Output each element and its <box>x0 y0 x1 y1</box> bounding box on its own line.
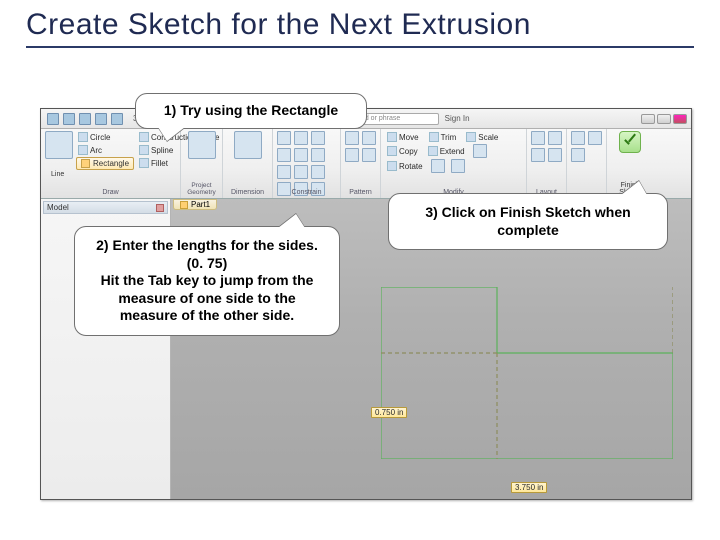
pattern-icon[interactable] <box>362 131 376 145</box>
dimension-value-1[interactable]: 0.750 in <box>371 407 407 418</box>
insert-icon[interactable] <box>571 131 585 145</box>
layout-icon[interactable] <box>548 131 562 145</box>
project-geometry-tool[interactable] <box>188 131 216 159</box>
constraint-icon[interactable] <box>277 165 291 179</box>
insert-icon[interactable] <box>588 131 602 145</box>
constraint-icon[interactable] <box>294 148 308 162</box>
modify-icon[interactable] <box>451 159 465 173</box>
move-tool[interactable]: Move <box>385 131 421 143</box>
model-browser-header[interactable]: Model <box>43 201 168 214</box>
close-button[interactable] <box>673 114 687 124</box>
constraint-icon[interactable] <box>294 165 308 179</box>
circle-tool[interactable]: Circle <box>76 131 134 143</box>
signin-link[interactable]: Sign In <box>445 114 470 123</box>
trim-tool[interactable]: Trim <box>427 131 459 143</box>
sketch-geometry: 0.750 in 3.750 in <box>381 287 673 459</box>
project-geometry-label: Project Geometry <box>185 183 218 196</box>
ribbon: Circle Arc Rectangle Construction Curve … <box>41 129 691 199</box>
constraint-icon[interactable] <box>277 131 291 145</box>
callout-2: 2) Enter the lengths for the sides. (0. … <box>74 226 340 336</box>
group-label-constrain: Constrain <box>277 189 336 196</box>
qat-icon[interactable] <box>111 113 123 125</box>
modify-icon[interactable] <box>473 144 487 158</box>
pattern-icon[interactable] <box>362 148 376 162</box>
scale-tool[interactable]: Scale <box>464 131 500 143</box>
constraint-icon[interactable] <box>311 148 325 162</box>
page-title: Create Sketch for the Next Extrusion <box>26 8 694 42</box>
arc-tool[interactable]: Arc <box>76 144 134 156</box>
rotate-tool[interactable]: Rotate <box>385 159 425 173</box>
modify-icon[interactable] <box>431 159 445 173</box>
dimension-tool[interactable] <box>234 131 262 159</box>
constraint-icon[interactable] <box>311 131 325 145</box>
rectangle-tool[interactable]: Rectangle <box>76 157 134 170</box>
qat-icon[interactable] <box>79 113 91 125</box>
close-panel-icon[interactable] <box>156 204 164 212</box>
insert-icon[interactable] <box>571 148 585 162</box>
callout-3: 3) Click on Finish Sketch when complete <box>388 193 668 250</box>
copy-tool[interactable]: Copy <box>385 144 420 158</box>
maximize-button[interactable] <box>657 114 671 124</box>
layout-icon[interactable] <box>548 148 562 162</box>
group-label-pattern: Pattern <box>345 189 376 196</box>
app-icon <box>47 113 59 125</box>
callout-1: 1) Try using the Rectangle <box>135 93 367 129</box>
group-label-draw: Draw <box>45 189 176 196</box>
qat-icon[interactable] <box>63 113 75 125</box>
layout-icon[interactable] <box>531 131 545 145</box>
line-tool[interactable] <box>45 131 73 159</box>
dimension-label: Dimension <box>231 189 264 196</box>
finish-sketch-button[interactable] <box>619 131 641 153</box>
minimize-button[interactable] <box>641 114 655 124</box>
qat-icon[interactable] <box>95 113 107 125</box>
constraint-icon[interactable] <box>277 148 291 162</box>
extend-tool[interactable]: Extend <box>426 144 467 158</box>
pattern-icon[interactable] <box>345 131 359 145</box>
constraint-icon[interactable] <box>294 131 308 145</box>
pattern-icon[interactable] <box>345 148 359 162</box>
layout-icon[interactable] <box>531 148 545 162</box>
dimension-value-2[interactable]: 3.750 in <box>511 482 547 493</box>
constraint-icon[interactable] <box>311 165 325 179</box>
canvas-tab-part1[interactable]: Part1 <box>173 199 217 210</box>
